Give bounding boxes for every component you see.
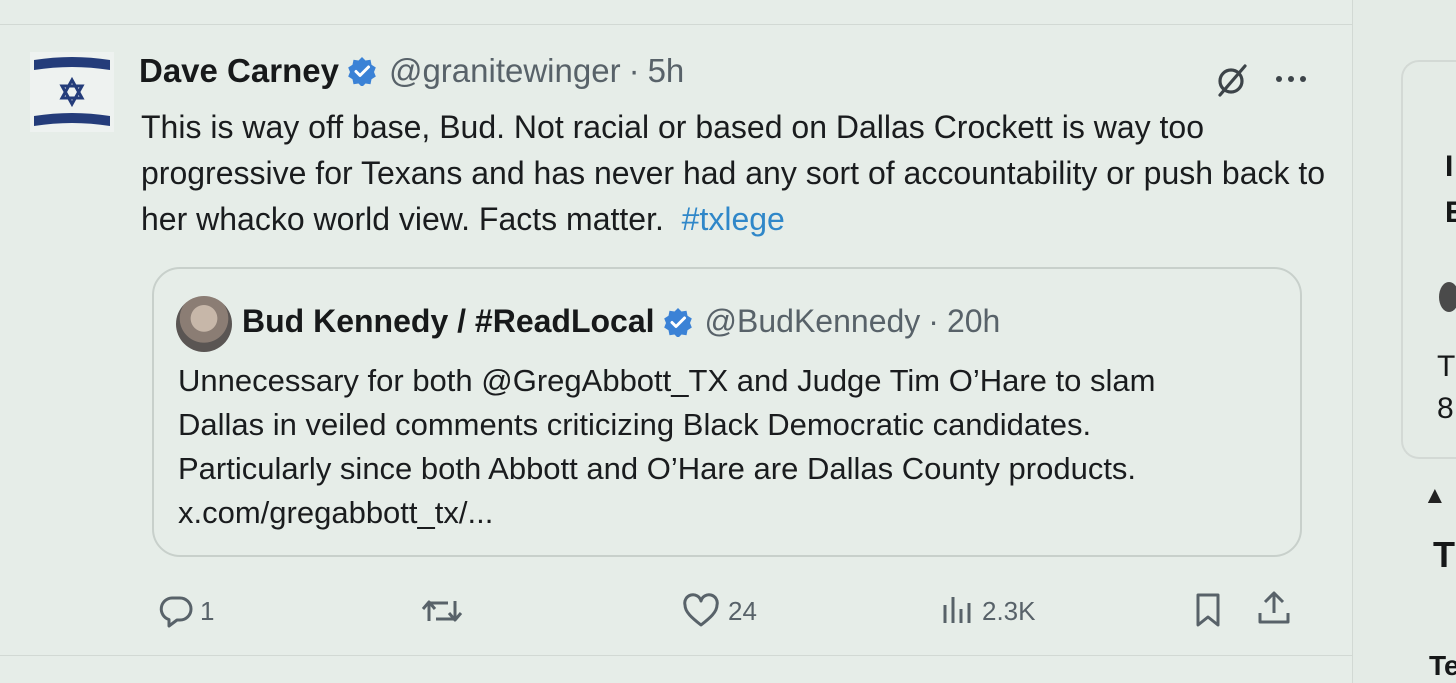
sidebar-fragment: T <box>1437 350 1456 383</box>
more-dots-icon[interactable] <box>1274 72 1308 90</box>
hashtag-link[interactable]: #txlege <box>682 201 785 237</box>
quoted-tweet-header: Bud Kennedy / #ReadLocal @BudKennedy · 2… <box>242 303 1000 340</box>
quoted-tweet-time[interactable]: 20h <box>947 303 1000 340</box>
sidebar-fragment: E <box>1445 196 1456 229</box>
like-button[interactable]: 24 <box>682 593 757 629</box>
sidebar-fragment: Te <box>1429 650 1456 681</box>
quoted-tweet-card[interactable]: Bud Kennedy / #ReadLocal @BudKennedy · 2… <box>152 267 1302 557</box>
sidebar-fragment: I <box>1445 150 1454 183</box>
views-count: 2.3K <box>982 595 1036 626</box>
tweet-time[interactable]: 5h <box>648 52 685 90</box>
header-separator: · <box>628 52 640 89</box>
sidebar-fragment: T <box>1433 534 1455 575</box>
tweet-text: This is way off base, Bud. Not racial or… <box>141 104 1331 242</box>
tweet-action-bar: 1 24 2.3K <box>0 585 1352 635</box>
bookmark-button[interactable] <box>1192 591 1224 629</box>
israel-flag-avatar-icon <box>30 52 114 132</box>
tweet-header: Dave Carney @granitewinger · 5h <box>139 52 684 90</box>
verified-badge-icon <box>347 56 377 87</box>
sidebar-avatar[interactable] <box>1439 282 1456 312</box>
quoted-header-separator: · <box>928 303 939 339</box>
sidebar-fragment: 8 <box>1437 392 1454 425</box>
quoted-author-name[interactable]: Bud Kennedy / #ReadLocal <box>242 303 655 340</box>
quoted-tweet-text: Unnecessary for both @GregAbbott_TX and … <box>178 359 1278 535</box>
retweet-button[interactable] <box>420 593 470 629</box>
views-button[interactable]: 2.3K <box>940 593 1036 629</box>
quoted-link[interactable]: x.com/gregabbott_tx/... <box>178 491 1278 535</box>
quoted-author-handle[interactable]: @BudKennedy <box>705 303 921 340</box>
reply-button[interactable]: 1 <box>158 593 214 629</box>
share-button[interactable] <box>1256 589 1292 627</box>
retweet-icon <box>420 593 464 629</box>
mouse-cursor-icon: ▲ <box>1423 482 1447 509</box>
like-icon <box>682 593 720 629</box>
grok-icon[interactable] <box>1212 60 1252 105</box>
author-avatar[interactable] <box>30 52 114 132</box>
share-icon <box>1256 589 1292 627</box>
bookmark-icon <box>1192 591 1224 629</box>
quoted-text-line: Dallas in veiled comments criticizing Bl… <box>178 407 1092 442</box>
top-divider <box>0 24 1352 25</box>
reply-count: 1 <box>200 595 215 626</box>
views-icon <box>940 593 974 629</box>
verified-badge-icon <box>663 307 693 338</box>
like-count: 24 <box>728 595 757 626</box>
tweet-area: Dave Carney @granitewinger · 5h This is … <box>0 0 1352 683</box>
author-name[interactable]: Dave Carney <box>139 52 339 90</box>
quoted-author-avatar[interactable] <box>176 296 232 352</box>
reply-icon <box>158 593 194 629</box>
author-handle[interactable]: @granitewinger <box>389 52 621 90</box>
bottom-divider <box>0 655 1352 656</box>
quoted-text-line: Particularly since both Abbott and O’Har… <box>178 451 1137 486</box>
right-sidebar: I E T 8 T Te ▲ <box>1353 0 1456 683</box>
quoted-text-line: Unnecessary for both @GregAbbott_TX and … <box>178 363 1156 398</box>
